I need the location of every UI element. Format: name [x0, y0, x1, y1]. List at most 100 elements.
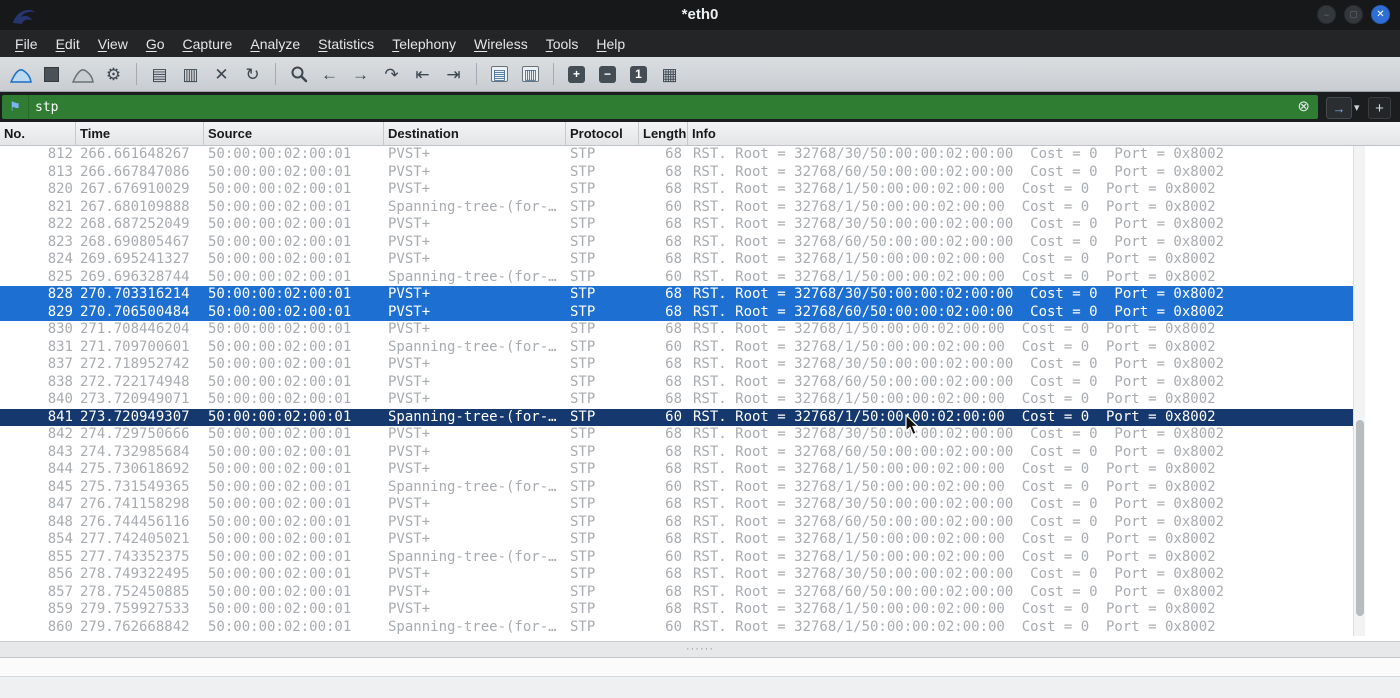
packet-row-855[interactable]: 855 277.743352375 50:00:00:02:00:01 Spannin… — [0, 549, 1353, 567]
menu-statistics[interactable]: Statistics — [309, 33, 383, 55]
col-header-no[interactable]: No. — [0, 122, 76, 145]
stop-capture-icon[interactable] — [36, 60, 67, 88]
menu-go[interactable]: Go — [137, 33, 174, 55]
maximize-button[interactable]: ▢ — [1344, 5, 1363, 24]
menu-analyze[interactable]: Analyze — [241, 33, 309, 55]
packet-row-830[interactable]: 830 271.708446204 50:00:00:02:00:01 PVST+ ST… — [0, 321, 1353, 339]
menu-edit[interactable]: Edit — [47, 33, 89, 55]
zoom-100-icon[interactable]: 1 — [623, 60, 654, 88]
open-file-icon[interactable]: ▤ — [144, 60, 175, 88]
menu-file[interactable]: File — [6, 33, 47, 55]
packet-row-844[interactable]: 844 275.730618692 50:00:00:02:00:01 PVST+ ST… — [0, 461, 1353, 479]
menu-telephony[interactable]: Telephony — [383, 33, 465, 55]
packet-row-828[interactable]: 828 270.703316214 50:00:00:02:00:01 PVST+ ST… — [0, 286, 1353, 304]
menu-capture[interactable]: Capture — [174, 33, 242, 55]
save-file-icon[interactable]: ▥ — [175, 60, 206, 88]
cell-no: 854 — [47, 531, 73, 547]
resize-columns-icon[interactable]: ▦ — [654, 60, 685, 88]
find-packet-icon[interactable] — [283, 60, 314, 88]
cell-src: 50:00:00:02:00:01 — [208, 478, 352, 495]
restart-capture-icon[interactable] — [67, 60, 98, 88]
go-forward-icon[interactable]: → — [345, 60, 376, 88]
packet-row-848[interactable]: 848 276.744456116 50:00:00:02:00:01 PVST+ ST… — [0, 514, 1353, 532]
packet-row-838[interactable]: 838 272.722174948 50:00:00:02:00:01 PVST+ ST… — [0, 374, 1353, 392]
packet-row-860[interactable]: 860 279.762668842 50:00:00:02:00:01 Spannin… — [0, 619, 1353, 637]
col-header-protocol[interactable]: Protocol — [566, 122, 639, 145]
pane-splitter[interactable]: ······ — [0, 641, 1400, 658]
packet-row-841[interactable]: 841 273.720949307 50:00:00:02:00:01 Spannin… — [0, 408, 1353, 426]
packet-row-821[interactable]: 821 267.680109888 50:00:00:02:00:01 Spannin… — [0, 199, 1353, 217]
cell-proto: STP — [570, 181, 596, 197]
cell-time: 272.722174948 — [80, 373, 190, 390]
colorize-list-icon[interactable]: ▤ — [484, 60, 515, 88]
cell-time: 279.762668842 — [80, 618, 190, 635]
reload-icon[interactable]: ↻ — [237, 60, 268, 88]
packet-row-822[interactable]: 822 268.687252049 50:00:00:02:00:01 PVST+ ST… — [0, 216, 1353, 234]
zoom-in-icon[interactable]: + — [561, 60, 592, 88]
cell-info: RST. Root = 32768/1/50:00:00:02:00:00 Co… — [693, 548, 1216, 565]
col-header-source[interactable]: Source — [204, 122, 384, 145]
cell-no: 823 — [47, 233, 73, 250]
col-header-length[interactable]: Length — [639, 122, 688, 145]
minimize-button[interactable]: − — [1317, 5, 1336, 24]
go-last-packet-icon[interactable]: ⇥ — [438, 60, 469, 88]
packet-row-843[interactable]: 843 274.732985684 50:00:00:02:00:01 PVST+ ST… — [0, 444, 1353, 462]
packet-row-856[interactable]: 856 278.749322495 50:00:00:02:00:01 PVST+ ST… — [0, 566, 1353, 584]
cell-info: RST. Root = 32768/1/50:00:00:02:00:00 Co… — [693, 601, 1216, 617]
packet-row-812[interactable]: 812 266.661648267 50:00:00:02:00:01 PVST+ ST… — [0, 146, 1353, 164]
close-file-icon[interactable]: ✕ — [206, 60, 237, 88]
cell-info: RST. Root = 32768/1/50:00:00:02:00:00 Co… — [693, 251, 1216, 267]
packet-row-820[interactable]: 820 267.676910029 50:00:00:02:00:01 PVST+ ST… — [0, 181, 1353, 199]
capture-options-icon[interactable]: ⚙ — [98, 60, 129, 88]
cell-time: 266.661648267 — [80, 146, 190, 162]
packet-row-845[interactable]: 845 275.731549365 50:00:00:02:00:01 Spannin… — [0, 479, 1353, 497]
packet-row-831[interactable]: 831 271.709700601 50:00:00:02:00:01 Spannin… — [0, 339, 1353, 357]
packet-row-847[interactable]: 847 276.741158298 50:00:00:02:00:01 PVST+ ST… — [0, 496, 1353, 514]
scrollbar-thumb[interactable] — [1356, 420, 1364, 617]
start-capture-icon[interactable] — [5, 60, 36, 88]
cell-no: 821 — [47, 198, 73, 215]
cell-no: 855 — [47, 548, 73, 565]
packet-row-813[interactable]: 813 266.667847086 50:00:00:02:00:01 PVST+ ST… — [0, 164, 1353, 182]
packet-row-857[interactable]: 857 278.752450885 50:00:00:02:00:01 PVST+ ST… — [0, 584, 1353, 602]
col-header-destination[interactable]: Destination — [384, 122, 566, 145]
filter-apply-icon[interactable]: → — [1326, 97, 1352, 119]
add-filter-button[interactable]: + — [1368, 97, 1391, 119]
close-button[interactable]: ✕ — [1371, 5, 1390, 24]
packet-row-854[interactable]: 854 277.742405021 50:00:00:02:00:01 PVST+ ST… — [0, 531, 1353, 549]
menu-wireless[interactable]: Wireless — [465, 33, 537, 55]
packet-row-842[interactable]: 842 274.729750666 50:00:00:02:00:01 PVST+ ST… — [0, 426, 1353, 444]
autoscroll-icon[interactable]: ▥ — [515, 60, 546, 88]
packet-row-859[interactable]: 859 279.759927533 50:00:00:02:00:01 PVST+ ST… — [0, 601, 1353, 619]
cell-proto: STP — [570, 408, 596, 425]
cell-no: 812 — [47, 146, 73, 162]
filter-dropdown-icon[interactable]: ▾ — [1354, 101, 1360, 114]
go-back-icon[interactable]: ← — [314, 60, 345, 88]
cell-proto: STP — [570, 198, 596, 215]
filter-bookmark-icon[interactable]: ⚑ — [2, 95, 29, 119]
cell-time: 277.742405021 — [80, 531, 190, 547]
toolbar-separator — [275, 63, 276, 85]
zoom-out-icon[interactable]: − — [592, 60, 623, 88]
vertical-scrollbar[interactable] — [1353, 146, 1365, 636]
col-header-info[interactable]: Info — [688, 122, 1400, 145]
filter-clear-icon[interactable]: ⊗ — [1297, 99, 1310, 114]
splitter-handle[interactable]: ······ — [686, 644, 714, 655]
cell-dst: PVST+ — [388, 373, 431, 390]
display-filter-input[interactable]: ⚑ stp ⊗ — [2, 95, 1318, 119]
cell-dst: PVST+ — [388, 531, 431, 547]
packet-row-824[interactable]: 824 269.695241327 50:00:00:02:00:01 PVST+ ST… — [0, 251, 1353, 269]
go-to-packet-icon[interactable]: ↷ — [376, 60, 407, 88]
col-header-time[interactable]: Time — [76, 122, 204, 145]
packet-row-837[interactable]: 837 272.718952742 50:00:00:02:00:01 PVST+ ST… — [0, 356, 1353, 374]
menu-view[interactable]: View — [89, 33, 137, 55]
menu-tools[interactable]: Tools — [537, 33, 588, 55]
menu-help[interactable]: Help — [587, 33, 634, 55]
cell-proto: STP — [570, 286, 596, 302]
cell-info: RST. Root = 32768/60/50:00:00:02:00:00 C… — [693, 233, 1225, 250]
packet-row-823[interactable]: 823 268.690805467 50:00:00:02:00:01 PVST+ ST… — [0, 234, 1353, 252]
go-first-packet-icon[interactable]: ⇤ — [407, 60, 438, 88]
packet-row-840[interactable]: 840 273.720949071 50:00:00:02:00:01 PVST+ ST… — [0, 391, 1353, 409]
packet-row-825[interactable]: 825 269.696328744 50:00:00:02:00:01 Spannin… — [0, 269, 1353, 287]
packet-row-829[interactable]: 829 270.706500484 50:00:00:02:00:01 PVST+ ST… — [0, 303, 1353, 321]
